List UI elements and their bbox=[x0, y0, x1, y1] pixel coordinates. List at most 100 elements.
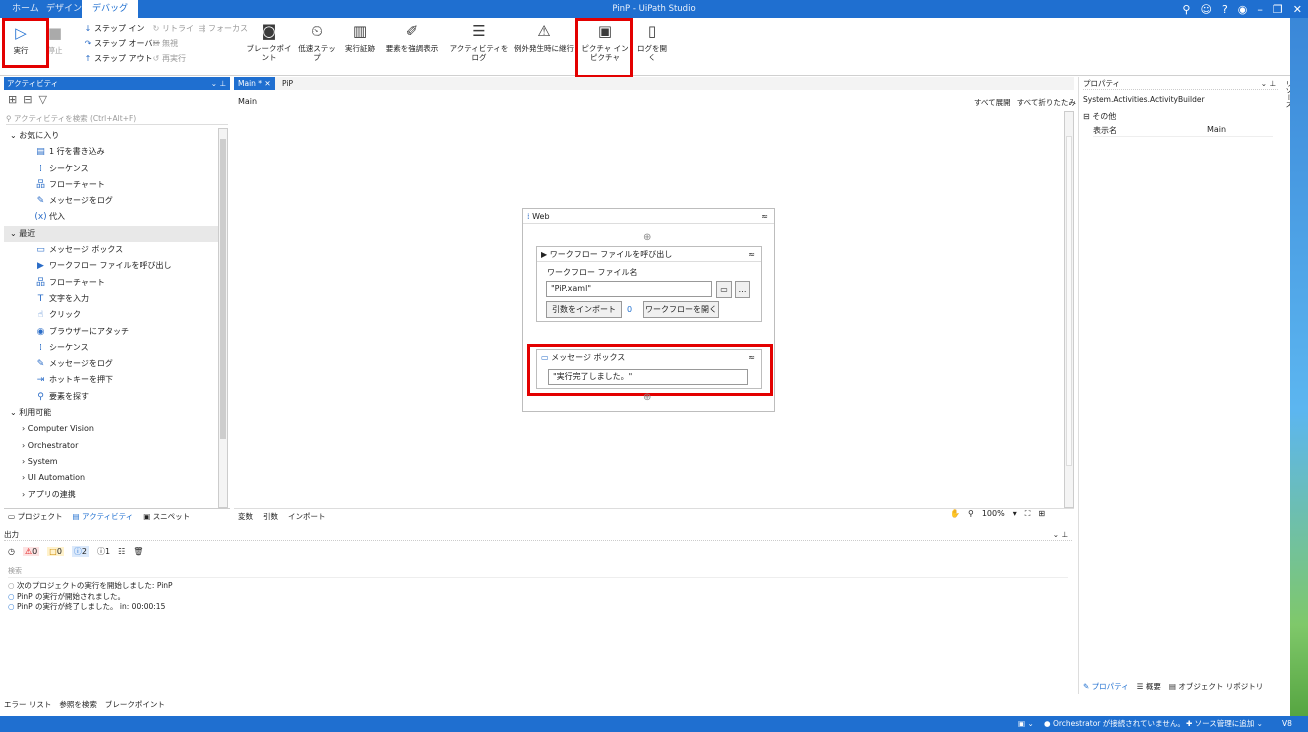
tab-arguments[interactable]: 引数 bbox=[263, 509, 278, 524]
add-activity-icon[interactable]: ⊕ bbox=[643, 232, 651, 243]
available-group[interactable]: ⌄ 利用可能 bbox=[4, 405, 218, 421]
tab-pip[interactable]: PiP bbox=[282, 77, 293, 90]
list-item[interactable]: › アプリの連携 bbox=[4, 487, 218, 503]
menu-tab-debug[interactable]: デバッグ bbox=[82, 0, 139, 18]
retry-button[interactable]: ↻ リトライ bbox=[150, 22, 194, 35]
list-item[interactable]: › Computer Vision bbox=[4, 421, 218, 437]
list-item[interactable]: ▭ メッセージ ボックス bbox=[4, 242, 218, 258]
add-activity-icon[interactable]: ⊕ bbox=[643, 392, 651, 403]
tab-main[interactable]: Main * ✕ bbox=[234, 77, 275, 90]
list-item[interactable]: ▤ 1 行を書き込み bbox=[4, 144, 218, 160]
activities-search-input[interactable]: ⚲ アクティビティを検索 (Ctrl+Alt+F) bbox=[6, 112, 228, 125]
output-search-input[interactable]: 検索 bbox=[8, 566, 1068, 578]
designer-scrollbar[interactable] bbox=[1064, 111, 1074, 508]
orchestrator-status[interactable]: ● Orchestrator が接続されていません。 bbox=[1044, 716, 1185, 732]
list-item[interactable]: ✎ メッセージをログ bbox=[4, 193, 218, 209]
panel-pin-icon[interactable]: ⌄ ⊥ bbox=[1261, 77, 1276, 90]
tab-error-list[interactable]: エラー リスト bbox=[4, 699, 51, 710]
list-item[interactable]: 品フローチャート bbox=[4, 275, 218, 291]
collapse-icon[interactable]: ≈ bbox=[761, 209, 768, 224]
filter-list-icon[interactable]: ☷ bbox=[118, 547, 125, 556]
properties-section[interactable]: ⊟ その他 bbox=[1083, 111, 1116, 122]
account-icon[interactable]: ◉ bbox=[1238, 3, 1248, 16]
source-control-button[interactable]: ✚ ソース管理に追加 ⌄ bbox=[1186, 716, 1263, 732]
continue-on-exception-button[interactable]: ⚠ 例外発生時に継行 bbox=[513, 20, 575, 53]
list-item[interactable]: › Orchestrator bbox=[4, 438, 218, 454]
display-name-value[interactable]: Main bbox=[1207, 125, 1226, 134]
import-arguments-button[interactable]: 引数をインポート bbox=[546, 301, 622, 318]
feedback-icon[interactable]: ☺ bbox=[1200, 3, 1211, 16]
tab-variables[interactable]: 変数 bbox=[238, 509, 253, 524]
tab-imports[interactable]: インポート bbox=[288, 509, 326, 524]
tab-project[interactable]: ▭ プロジェクト bbox=[8, 509, 62, 524]
info-filter[interactable]: ⓘ2 bbox=[71, 546, 89, 557]
tab-snippets[interactable]: ▣ スニペット bbox=[143, 509, 190, 524]
open-workflow-button[interactable]: ワークフローを開く bbox=[643, 301, 719, 318]
more-button[interactable]: … bbox=[735, 281, 750, 298]
list-item[interactable]: 品フローチャート bbox=[4, 177, 218, 193]
rerun-button[interactable]: ↺ 再実行 bbox=[150, 52, 186, 65]
expand-all-link[interactable]: すべて展開 bbox=[974, 97, 1011, 108]
slow-step-button[interactable]: ⏲ 低速ステップ bbox=[298, 20, 336, 62]
list-item[interactable]: T 文字を入力 bbox=[4, 291, 218, 307]
chevron-down-icon[interactable]: ▾ bbox=[1013, 509, 1017, 519]
clear-icon[interactable]: 🗑 bbox=[133, 547, 143, 556]
activities-scrollbar[interactable] bbox=[218, 128, 228, 508]
tab-activities[interactable]: ▤ アクティビティ bbox=[72, 509, 133, 524]
tab-object-repository[interactable]: ▤ オブジェクト リポジトリ bbox=[1169, 681, 1263, 692]
fit-screen-icon[interactable]: ⛶ bbox=[1025, 509, 1031, 519]
list-item[interactable]: (x) 代入 bbox=[4, 209, 218, 225]
menu-tab-design[interactable]: デザイン bbox=[46, 0, 82, 18]
restore-icon[interactable]: ❐ bbox=[1273, 3, 1283, 16]
list-item[interactable]: › System bbox=[4, 454, 218, 470]
list-item[interactable]: ▶ ワークフロー ファイルを呼び出し bbox=[4, 258, 218, 274]
notification-icon[interactable]: ▣ ⌄ bbox=[1018, 716, 1034, 732]
focus-button[interactable]: ⇶ フォーカス bbox=[196, 22, 248, 35]
scrollbar-thumb[interactable] bbox=[1066, 136, 1072, 466]
execution-trail-button[interactable]: ▥ 実行証跡 bbox=[344, 20, 376, 53]
tab-breakpoints[interactable]: ブレークポイント bbox=[105, 699, 165, 710]
menu-tab-home[interactable]: ホーム bbox=[12, 0, 39, 18]
workflow-file-field[interactable]: "PiP.xaml" bbox=[546, 281, 712, 297]
clock-icon[interactable]: ◷ bbox=[8, 547, 15, 556]
breadcrumb[interactable]: Main bbox=[238, 97, 257, 106]
collapse-all-icon[interactable]: ⊟ bbox=[23, 93, 38, 106]
step-over-button[interactable]: ↷ ステップ オーバー bbox=[82, 37, 161, 50]
hand-icon[interactable]: ✋ bbox=[950, 509, 960, 519]
tab-find-references[interactable]: 参照を検索 bbox=[59, 699, 97, 710]
list-item[interactable]: ⇥ ホットキーを押下 bbox=[4, 372, 218, 388]
search-icon[interactable]: ⚲ bbox=[1182, 3, 1190, 16]
list-item[interactable]: ◉ ブラウザーにアタッチ bbox=[4, 324, 218, 340]
close-icon[interactable]: ✕ bbox=[1293, 3, 1302, 16]
list-item[interactable]: ⁞ シーケンス bbox=[4, 161, 218, 177]
list-item[interactable]: ✎ メッセージをログ bbox=[4, 356, 218, 372]
list-item[interactable]: ☝ クリック bbox=[4, 307, 218, 323]
collapse-icon[interactable]: ≈ bbox=[748, 247, 755, 262]
breakpoint-button[interactable]: ◙ ブレークポイント bbox=[244, 20, 294, 62]
error-filter[interactable]: ⚠0 bbox=[22, 547, 40, 556]
tab-properties[interactable]: ✎ プロパティ bbox=[1083, 681, 1129, 692]
highlight-elements-button[interactable]: ✐ 要素を強調表示 bbox=[384, 20, 440, 53]
warning-filter[interactable]: □0 bbox=[47, 547, 64, 556]
search-icon[interactable]: ⚲ bbox=[968, 509, 974, 519]
scrollbar-thumb[interactable] bbox=[220, 139, 226, 439]
expand-all-icon[interactable]: ⊞ bbox=[8, 93, 23, 106]
step-into-button[interactable]: ↓ ステップ イン bbox=[82, 22, 145, 35]
help-icon[interactable]: ? bbox=[1222, 3, 1228, 16]
browse-folder-button[interactable]: ▭ bbox=[716, 281, 732, 298]
filter-icon[interactable]: ▽ bbox=[38, 93, 52, 106]
list-item[interactable]: › UI Automation bbox=[4, 470, 218, 486]
property-row-display-name[interactable]: 表示名 Main bbox=[1093, 125, 1273, 137]
open-logs-button[interactable]: ▯ ログを開く bbox=[636, 20, 668, 62]
recent-group[interactable]: ⌄ 最近 bbox=[4, 225, 218, 243]
overview-icon[interactable]: ⊞ bbox=[1038, 509, 1045, 519]
trace-filter[interactable]: ⓘ1 bbox=[97, 546, 110, 557]
ignore-button[interactable]: ☒ 無視 bbox=[150, 37, 178, 50]
step-out-button[interactable]: ↑ ステップ アウト bbox=[82, 52, 153, 65]
favorites-group[interactable]: ⌄ お気に入り bbox=[4, 128, 218, 144]
collapse-all-link[interactable]: すべて折りたたみ bbox=[1017, 97, 1076, 108]
panel-pin-icon[interactable]: ⌄ ⊥ bbox=[1053, 528, 1068, 541]
list-item[interactable]: ⚲ 要素を探す bbox=[4, 389, 218, 405]
panel-pin-icon[interactable]: ⌄ ⊥ bbox=[211, 77, 226, 90]
minimize-icon[interactable]: – bbox=[1257, 3, 1263, 16]
